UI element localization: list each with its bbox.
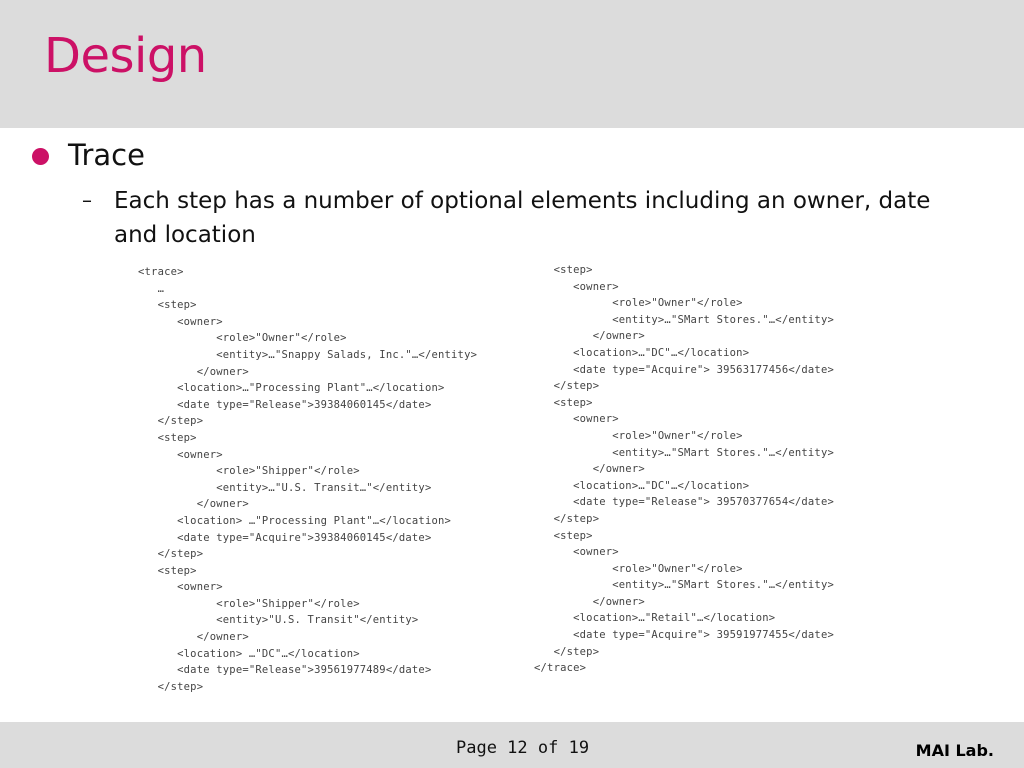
code-line: <date type="Acquire"> 39591977455</date>	[534, 629, 834, 642]
code-line: </step>	[138, 415, 204, 428]
code-line: <step>	[138, 564, 197, 577]
code-line: <location>…"Processing Plant"…</location…	[138, 382, 445, 395]
code-line: <role>"Owner"</role>	[534, 429, 743, 442]
code-line: <date type="Release">39561977489</date>	[138, 664, 432, 677]
code-line: <entity>…"SMart Stores."…</entity>	[534, 446, 834, 459]
code-line: <step>	[138, 431, 197, 444]
code-line: …	[138, 282, 165, 295]
code-line: </step>	[534, 645, 600, 658]
slide-title: Design	[44, 28, 207, 84]
page-number: Page 12 of 19	[456, 738, 590, 758]
code-line: <owner>	[138, 315, 223, 328]
code-line: </step>	[138, 548, 204, 561]
code-line: <location> …"DC"…</location>	[138, 647, 360, 660]
code-line: <trace>	[138, 266, 184, 278]
code-line: <date type="Acquire">39384060145</date>	[138, 531, 432, 544]
brand-label: MAI Lab.	[915, 741, 994, 760]
code-line: <owner>	[138, 581, 223, 594]
code-line: </owner>	[138, 365, 249, 378]
code-line: <date type="Release">39384060145</date>	[138, 398, 432, 411]
code-line: <date type="Release"> 39570377654</date>	[534, 496, 834, 509]
code-line: <owner>	[534, 413, 619, 426]
code-line: <role>"Owner"</role>	[138, 332, 347, 345]
code-line: <owner>	[138, 448, 223, 461]
code-line: </trace>	[534, 662, 587, 675]
code-line: <location> …"Processing Plant"…</locatio…	[138, 514, 452, 527]
sub-bullet-item: – Each step has a number of optional ele…	[82, 184, 962, 252]
code-line: <owner>	[534, 280, 619, 293]
code-line: </owner>	[534, 463, 645, 476]
code-line: <step>	[534, 529, 593, 542]
code-line: <entity>"U.S. Transit"</entity>	[138, 614, 419, 627]
sub-bullet-dash: –	[82, 188, 92, 212]
code-line: <location>…"DC"…</location>	[534, 479, 750, 492]
bullet-text: Trace	[68, 138, 145, 172]
xml-code-right: <step> <owner> <role>"Owner"</role> <ent…	[534, 262, 834, 677]
code-line: </step>	[534, 512, 600, 525]
code-line: <role>"Owner"</role>	[534, 297, 743, 310]
code-line: <step>	[138, 299, 197, 312]
code-line: <role>"Shipper"</role>	[138, 597, 360, 610]
code-line: </owner>	[534, 330, 645, 343]
sub-bullet-text: Each step has a number of optional eleme…	[114, 188, 931, 248]
code-line: <entity>…"SMart Stores."…</entity>	[534, 313, 834, 326]
code-line: <location>…"DC"…</location>	[534, 346, 750, 359]
code-line: </owner>	[138, 631, 249, 644]
code-line: </step>	[534, 380, 600, 393]
code-line: <role>"Owner"</role>	[534, 562, 743, 575]
code-line: <date type="Acquire"> 39563177456</date>	[534, 363, 834, 376]
code-line: <entity>…"Snappy Salads, Inc."…</entity>	[138, 348, 478, 361]
code-line: <owner>	[534, 546, 619, 559]
code-line: <entity>…"U.S. Transit…"</entity>	[138, 481, 432, 494]
bullet-dot-icon	[32, 147, 49, 165]
xml-code-left: <trace> … <step> <owner> <role>"Owner"</…	[138, 264, 477, 695]
code-line: <role>"Shipper"</role>	[138, 465, 360, 478]
code-line: <entity>…"SMart Stores."…</entity>	[534, 579, 834, 592]
code-line: <location>…"Retail"…</location>	[534, 612, 776, 625]
bullet-item: Trace	[32, 138, 145, 172]
code-line: <step>	[534, 264, 593, 276]
code-line: </owner>	[138, 498, 249, 511]
code-line: </step>	[138, 680, 204, 693]
code-line: </owner>	[534, 595, 645, 608]
code-line: <step>	[534, 396, 593, 409]
